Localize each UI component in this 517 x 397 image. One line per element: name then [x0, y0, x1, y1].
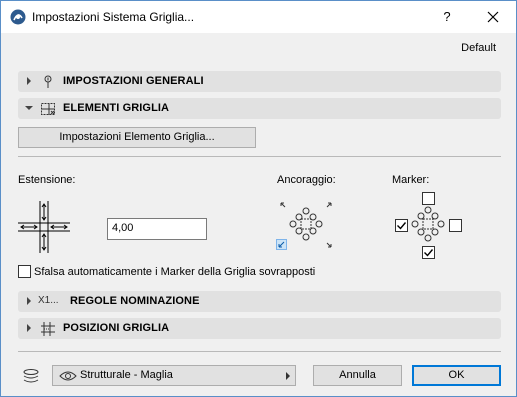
layer-dropdown-value: Strutturale - Maglia	[80, 369, 173, 381]
arrow-bottom-left-icon	[278, 241, 285, 248]
grid-system-settings-dialog: Impostazioni Sistema Griglia... ? Defaul…	[0, 0, 517, 397]
checkmark-icon	[424, 249, 434, 257]
section-elements-label: ELEMENTI GRIGLIA	[63, 102, 170, 114]
offset-markers-checkbox[interactable]	[18, 265, 31, 278]
chevron-right-icon	[286, 372, 290, 380]
layers-icon	[23, 369, 39, 383]
marker-grid-icon	[411, 206, 445, 242]
chevron-right-icon	[27, 297, 31, 305]
cancel-button[interactable]: Annulla	[313, 365, 402, 386]
divider-bottom	[18, 351, 501, 352]
marker-left-checkbox[interactable]	[395, 219, 408, 232]
marker-top-checkbox[interactable]	[422, 192, 435, 205]
marker-label: Marker:	[392, 174, 430, 186]
anchor-label: Ancoraggio:	[277, 174, 336, 186]
eye-icon	[59, 371, 77, 381]
extension-label: Estensione:	[18, 174, 76, 186]
close-icon	[487, 11, 499, 23]
title-bar[interactable]: Impostazioni Sistema Griglia... ?	[1, 1, 516, 33]
marker-bottom-checkbox[interactable]	[422, 246, 435, 259]
grid-element-icon	[41, 103, 55, 115]
anchor-bottom-left-selected[interactable]	[276, 239, 287, 250]
close-button[interactable]	[481, 7, 505, 27]
extension-input[interactable]: 4,00	[107, 218, 207, 240]
checkmark-icon	[397, 222, 407, 230]
help-button[interactable]: ?	[435, 7, 459, 27]
naming-rules-icon: X1...	[38, 295, 59, 306]
layer-dropdown[interactable]: Strutturale - Maglia	[52, 365, 296, 386]
chevron-right-icon	[27, 324, 31, 332]
section-naming-label: REGOLE NOMINAZIONE	[70, 295, 200, 307]
extension-diagram-icon	[18, 201, 70, 253]
grid-element-settings-button[interactable]: Impostazioni Elemento Griglia...	[18, 127, 256, 148]
pin-icon	[44, 75, 52, 88]
divider-top	[18, 156, 501, 157]
ok-button[interactable]: OK	[412, 365, 501, 386]
section-general-settings[interactable]: IMPOSTAZIONI GENERALI	[18, 71, 501, 92]
window-title: Impostazioni Sistema Griglia...	[32, 10, 195, 24]
chevron-down-icon	[25, 106, 33, 110]
section-grid-positions[interactable]: POSIZIONI GRIGLIA	[18, 318, 501, 339]
archicad-app-icon	[10, 9, 26, 25]
section-positions-label: POSIZIONI GRIGLIA	[63, 322, 170, 334]
grid-positions-icon	[41, 322, 55, 336]
section-general-label: IMPOSTAZIONI GENERALI	[63, 75, 204, 87]
offset-markers-label: Sfalsa automaticamente i Marker della Gr…	[34, 266, 316, 278]
chevron-right-icon	[27, 77, 31, 85]
section-grid-elements[interactable]: ELEMENTI GRIGLIA	[18, 98, 501, 119]
marker-right-checkbox[interactable]	[449, 219, 462, 232]
section-naming-rules[interactable]: X1... REGOLE NOMINAZIONE	[18, 291, 501, 312]
default-label: Default	[461, 42, 496, 54]
